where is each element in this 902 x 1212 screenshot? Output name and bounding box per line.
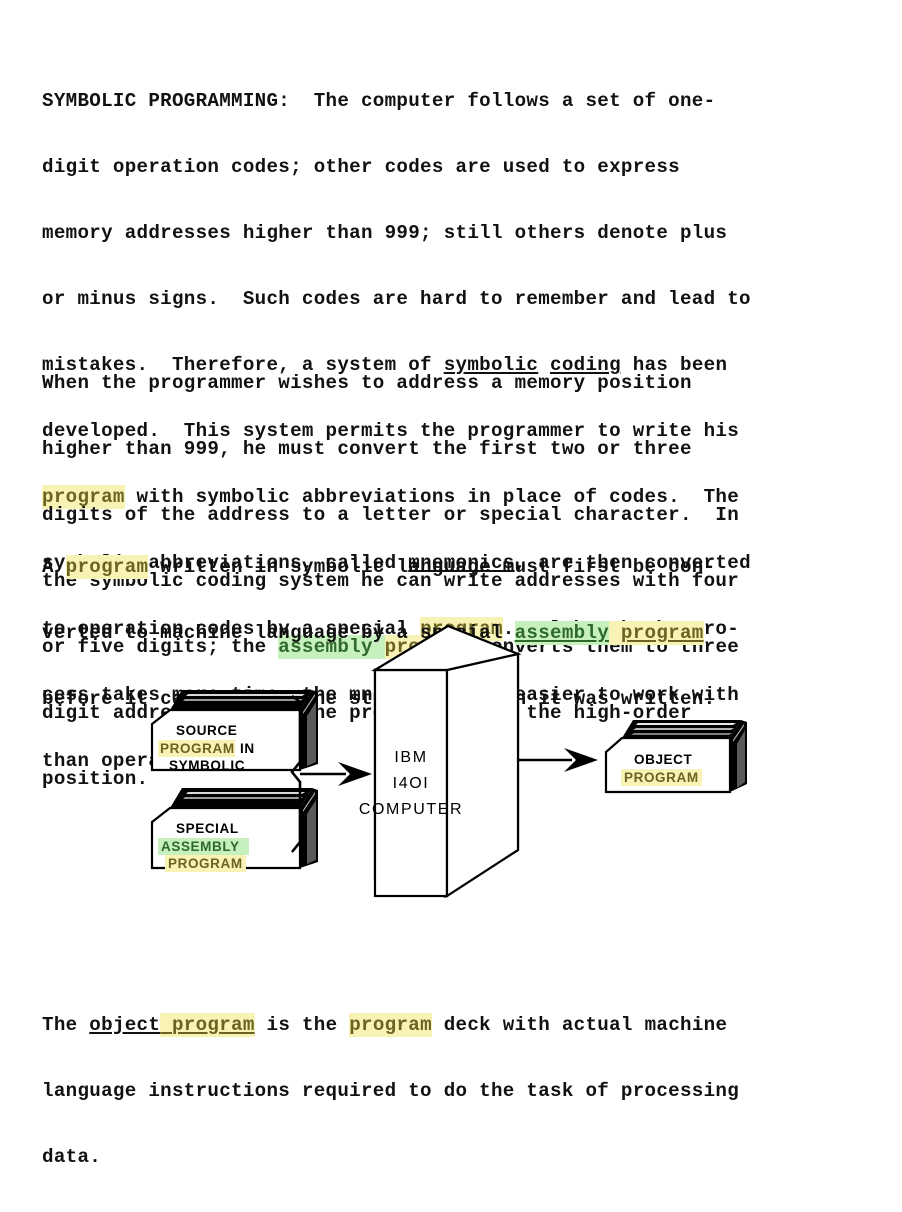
computer-line2: I4OI xyxy=(393,775,430,792)
source-deck-line2-rest: IN xyxy=(240,741,255,756)
source-deck-line3: SYMBOLIC xyxy=(169,758,245,773)
highlight-yellow-program: program xyxy=(349,1013,432,1037)
text-line: higher than 999, he must convert the fir… xyxy=(42,438,692,460)
object-deck-line2-highlight: PROGRAM xyxy=(624,770,699,785)
text-line: When the programmer wishes to address a … xyxy=(42,372,692,394)
assembly-process-flow-diagram: SOURCE PROGRAM IN SYMBOLIC SPECIAL ASSEM… xyxy=(0,612,902,912)
ibm-1401-computer-box: IBM I4OI COMPUTER xyxy=(359,624,522,899)
source-deck-line1: SOURCE xyxy=(176,723,237,738)
assembly-deck-line3-highlight: PROGRAM xyxy=(168,856,243,871)
highlight-gap xyxy=(160,1013,172,1037)
document-page: SYMBOLIC PROGRAMMING: The computer follo… xyxy=(0,0,902,1168)
assembly-deck-line1: SPECIAL xyxy=(176,821,239,836)
source-deck-line2-highlight: PROGRAM xyxy=(160,741,235,756)
object-deck-line1: OBJECT xyxy=(634,752,693,767)
text-run: is the xyxy=(254,1014,350,1036)
assembly-deck-line2-highlight: ASSEMBLY xyxy=(161,839,240,854)
text-line: The object program is the program deck w… xyxy=(42,1013,872,1037)
computer-line1: IBM xyxy=(394,749,427,766)
text-line: data. xyxy=(42,1146,102,1168)
underlined-term-object: object xyxy=(89,1014,161,1036)
paragraph-object-program-definition: The object program is the program deck w… xyxy=(42,970,872,1212)
text-run: The xyxy=(42,1014,90,1036)
assembly-program-card-deck: SPECIAL ASSEMBLY PROGRAM xyxy=(150,788,318,872)
text-line: or minus signs. Such codes are hard to r… xyxy=(42,288,751,310)
source-program-card-deck: SOURCE PROGRAM IN SYMBOLIC xyxy=(150,690,318,773)
text-line: language instructions required to do the… xyxy=(42,1080,740,1102)
computer-line3: COMPUTER xyxy=(359,801,463,818)
text-run: deck with actual machine xyxy=(431,1014,728,1036)
object-program-card-deck: OBJECT PROGRAM xyxy=(604,720,747,794)
arrow-computer-to-object xyxy=(518,748,598,772)
highlight-yellow-program: program xyxy=(171,1013,255,1037)
text-line: SYMBOLIC PROGRAMMING: The computer follo… xyxy=(42,90,716,112)
text-line: digit operation codes; other codes are u… xyxy=(42,156,680,178)
text-line: memory addresses higher than 999; still … xyxy=(42,222,728,244)
highlight-yellow-program: program xyxy=(65,555,149,579)
text-line: A program written in symbolic language m… xyxy=(42,555,872,579)
text-run: A xyxy=(42,556,66,578)
text-run: written in symbolic language must first … xyxy=(148,556,716,578)
